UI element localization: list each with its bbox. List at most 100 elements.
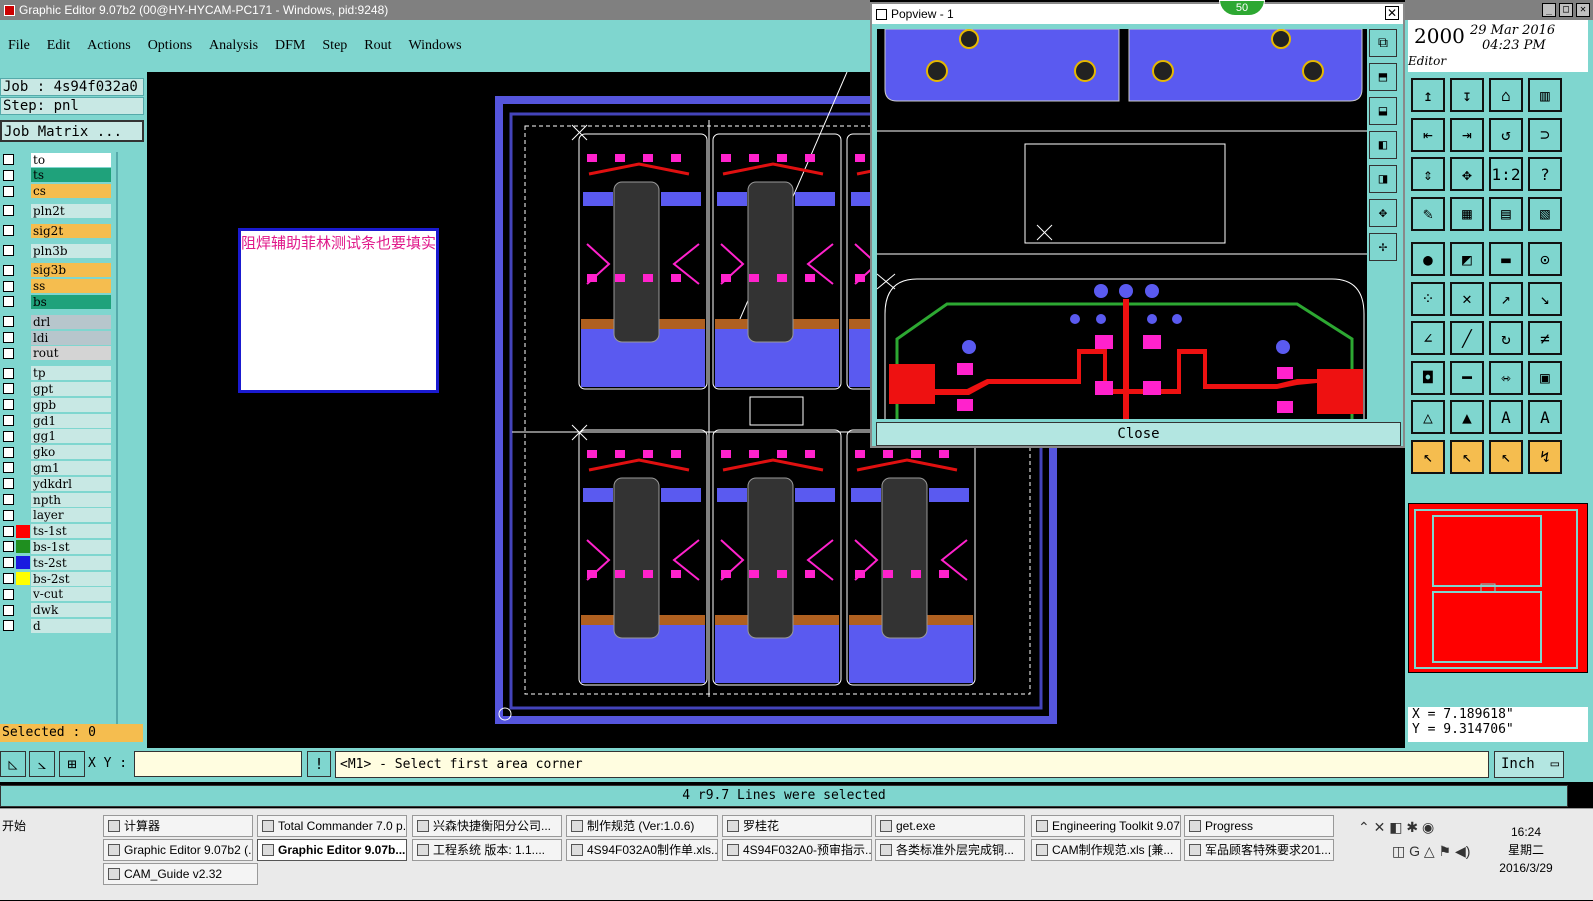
menu-dfm[interactable]: DFM xyxy=(275,38,305,54)
layer-checkbox[interactable] xyxy=(3,383,14,395)
pad-icon[interactable]: ● xyxy=(1411,242,1445,276)
line-icon[interactable]: ▬ xyxy=(1489,242,1523,276)
xy-input[interactable] xyxy=(134,751,302,777)
pv-zoom-fit-icon[interactable]: ⧉ xyxy=(1369,29,1397,57)
taskbar-item[interactable]: CAM_Guide v2.32 xyxy=(103,863,258,885)
layer-row[interactable]: ldi xyxy=(0,330,116,345)
layer-checkbox[interactable] xyxy=(3,245,14,256)
job-matrix-button[interactable]: Job Matrix ... xyxy=(0,120,144,142)
mini-map[interactable] xyxy=(1408,503,1588,673)
redo-icon[interactable]: ↻ xyxy=(1489,321,1523,355)
move-down-icon[interactable]: ↧ xyxy=(1450,78,1484,112)
layer-row[interactable]: ydkdrl xyxy=(0,476,116,491)
triangle-fill-icon[interactable]: ▲ xyxy=(1450,400,1484,434)
move-up-icon[interactable]: ↥ xyxy=(1411,78,1445,112)
popview-close-button[interactable]: Close xyxy=(876,422,1401,446)
layer-row[interactable]: sig2t xyxy=(0,223,116,238)
dimension-icon[interactable]: ⇿ xyxy=(1489,360,1523,395)
fill-icon[interactable]: ◩ xyxy=(1450,242,1484,276)
taskbar-item[interactable]: Progress xyxy=(1184,815,1334,837)
help-icon[interactable]: ? xyxy=(1528,157,1562,191)
layer-checkbox[interactable] xyxy=(3,525,14,537)
select-icon[interactable]: ↖ xyxy=(1411,439,1445,474)
taskbar-item[interactable]: Graphic Editor 9.07b2 (... xyxy=(103,839,253,861)
pv-pan-down-icon[interactable]: ⬓ xyxy=(1369,97,1397,125)
not-equal-icon[interactable]: ≠ xyxy=(1528,321,1562,355)
minimize-icon[interactable]: _ xyxy=(1542,3,1556,17)
layer-row[interactable]: ts-2st xyxy=(0,555,116,570)
layer-checkbox[interactable] xyxy=(3,604,14,616)
layer-checkbox[interactable] xyxy=(3,264,14,276)
layer-row[interactable]: drl xyxy=(0,314,116,329)
layer-checkbox[interactable] xyxy=(3,399,14,411)
layers-icon[interactable]: ▤ xyxy=(1489,196,1523,231)
box-icon[interactable]: ◘ xyxy=(1411,360,1445,395)
tray-icons-row2[interactable]: ◫ G △ ⚑ ◀) xyxy=(1392,843,1470,860)
text-alt-icon[interactable]: A xyxy=(1528,400,1562,434)
grid-icon[interactable]: ⊞ xyxy=(59,751,85,777)
taskbar-item[interactable]: CAM制作规范.xls [兼... xyxy=(1031,839,1181,861)
layer-checkbox[interactable] xyxy=(3,347,14,359)
layer-checkbox[interactable] xyxy=(3,588,14,600)
taskbar-item[interactable]: 罗桂花 xyxy=(722,815,872,837)
nodes-icon[interactable]: ⁘ xyxy=(1411,281,1445,316)
scale-icon[interactable]: 1:2 xyxy=(1489,157,1523,191)
menu-step[interactable]: Step xyxy=(322,38,347,54)
layer-row[interactable]: pln2t xyxy=(0,203,116,218)
taskbar-item[interactable]: get.exe xyxy=(875,815,1025,837)
triangle-icon[interactable]: △ xyxy=(1411,400,1445,434)
menu-file[interactable]: File xyxy=(8,38,30,54)
layer-checkbox[interactable] xyxy=(3,620,14,632)
tray-icons[interactable]: ⌃ ✕ ◧ ✱ ◉ xyxy=(1358,819,1434,836)
layer-checkbox[interactable] xyxy=(3,478,14,490)
panel-icon[interactable]: ▥ xyxy=(1528,78,1562,112)
pv-zoom-in-icon[interactable]: ✢ xyxy=(1369,233,1397,261)
layer-row[interactable]: gpb xyxy=(0,397,116,412)
edit-icon[interactable]: ✎ xyxy=(1411,196,1445,231)
unit-dropdown[interactable]: Inch ▭ xyxy=(1494,751,1564,778)
select-box-icon[interactable]: ↖ xyxy=(1489,439,1523,474)
layer-row[interactable]: to xyxy=(0,152,116,167)
taskbar-item[interactable]: 4S94F032A0制作单.xls... xyxy=(566,839,718,861)
taskbar-item[interactable]: 计算器 xyxy=(103,815,253,837)
layer-checkbox[interactable] xyxy=(3,430,14,442)
dash-icon[interactable]: ━ xyxy=(1450,360,1484,395)
stripes-icon[interactable]: ▧ xyxy=(1528,196,1562,231)
shift-right-icon[interactable]: ⇥ xyxy=(1450,117,1484,152)
arrow-se-icon[interactable]: ↘ xyxy=(1528,281,1562,316)
taskbar-item[interactable]: 军品顾客特殊要求201... xyxy=(1184,839,1334,861)
layer-row[interactable]: gg1 xyxy=(0,429,116,444)
rotate-icon[interactable]: ↺ xyxy=(1489,117,1523,152)
select-alt-icon[interactable]: ↖ xyxy=(1450,439,1484,474)
pv-pan-right-icon[interactable]: ◨ xyxy=(1369,165,1397,193)
layer-checkbox[interactable] xyxy=(3,185,14,197)
cross-icon[interactable]: ✕ xyxy=(1450,281,1484,316)
layer-checkbox[interactable] xyxy=(3,225,14,237)
layer-row[interactable]: gpt xyxy=(0,381,116,396)
snap-icon[interactable]: ◺ xyxy=(0,751,26,777)
angle-icon[interactable]: ∠ xyxy=(1411,321,1445,355)
layer-row[interactable]: ss xyxy=(0,279,116,294)
layer-checkbox[interactable] xyxy=(3,446,14,458)
taskbar-item[interactable]: 制作规范 (Ver:1.0.6) xyxy=(566,815,718,837)
layer-row[interactable]: gko xyxy=(0,445,116,460)
layer-checkbox[interactable] xyxy=(3,415,14,426)
clock[interactable]: 16:24 星期二 2016/3/29 xyxy=(1496,823,1556,877)
layer-checkbox[interactable] xyxy=(3,494,14,505)
menu-actions[interactable]: Actions xyxy=(87,38,131,54)
alert-icon[interactable]: ! xyxy=(307,751,331,777)
close-icon[interactable]: ✕ xyxy=(1576,3,1590,17)
lightning-icon[interactable]: ↯ xyxy=(1528,439,1562,474)
text-icon[interactable]: A xyxy=(1489,400,1523,434)
layer-checkbox[interactable] xyxy=(3,169,14,181)
close-icon[interactable]: ✕ xyxy=(1385,6,1399,20)
layer-row[interactable]: dwk xyxy=(0,603,116,618)
menu-analysis[interactable]: Analysis xyxy=(209,38,258,54)
layer-row[interactable]: bs-1st xyxy=(0,539,116,554)
arrow-ne-icon[interactable]: ↗ xyxy=(1489,281,1523,316)
layer-row[interactable]: pln3b xyxy=(0,243,116,258)
menu-edit[interactable]: Edit xyxy=(47,38,70,54)
slash-icon[interactable]: ╱ xyxy=(1450,321,1484,355)
menu-rout[interactable]: Rout xyxy=(364,38,391,54)
layer-checkbox[interactable] xyxy=(3,541,14,553)
